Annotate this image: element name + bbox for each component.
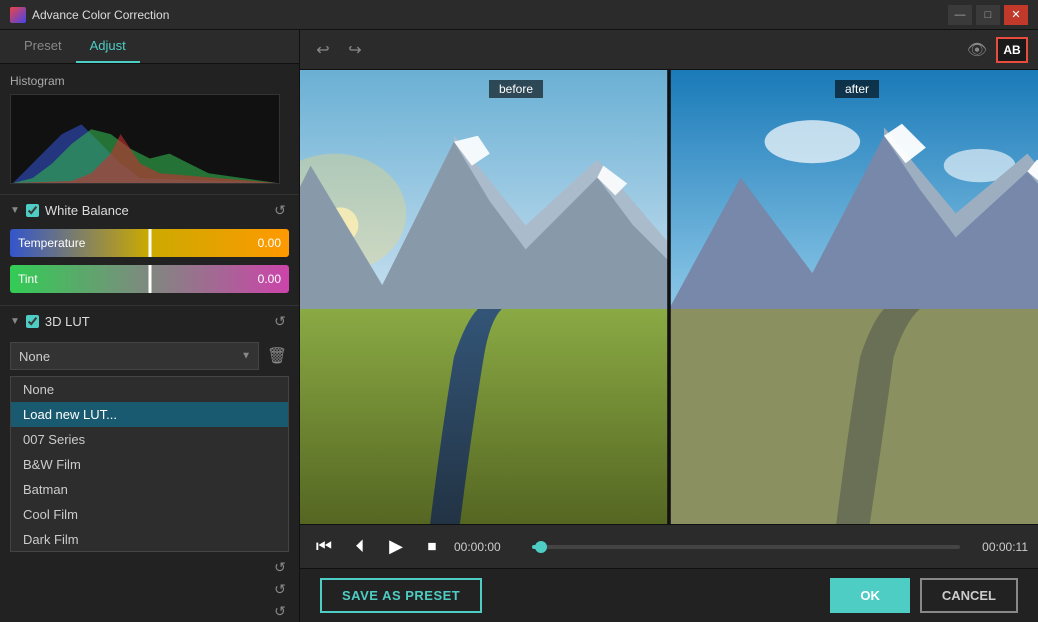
tint-label: Tint bbox=[18, 272, 38, 286]
ab-compare-button[interactable]: AB bbox=[996, 37, 1028, 63]
app-icon bbox=[10, 7, 26, 23]
undo-button[interactable]: ↩ bbox=[310, 37, 336, 63]
window-title: Advance Color Correction bbox=[32, 8, 169, 22]
param-reset-1[interactable]: ↺ bbox=[271, 558, 289, 576]
lut-item-coolfilm[interactable]: Cool Film bbox=[11, 502, 288, 527]
ok-button[interactable]: OK bbox=[830, 578, 910, 613]
progress-dot[interactable] bbox=[535, 541, 547, 553]
temperature-label: Temperature bbox=[18, 236, 85, 250]
lut-checkbox[interactable] bbox=[26, 315, 39, 328]
lut-item-darkfilm[interactable]: Dark Film bbox=[11, 527, 288, 552]
lut-delete-button[interactable]: 🗑 bbox=[265, 344, 289, 368]
lut-section-header: ▼ 3D LUT ↺ bbox=[0, 305, 299, 336]
histogram-label: Histogram bbox=[10, 74, 289, 88]
minimize-button[interactable]: — bbox=[948, 5, 972, 25]
param-reset-2[interactable]: ↺ bbox=[271, 580, 289, 598]
param-row-1: ↺ bbox=[0, 556, 299, 578]
tint-value: 0.00 bbox=[258, 272, 281, 286]
tint-handle[interactable] bbox=[148, 265, 151, 293]
stop-button[interactable]: ⏹ bbox=[418, 533, 446, 561]
action-bar: SAVE AS PRESET OK CANCEL bbox=[300, 568, 1038, 622]
param-reset-3[interactable]: ↺ bbox=[271, 602, 289, 620]
lut-item-bw[interactable]: B&W Film bbox=[11, 452, 288, 477]
left-panel: Preset Adjust Histogram ▼ White Balance bbox=[0, 30, 300, 622]
cancel-button[interactable]: CANCEL bbox=[920, 578, 1018, 613]
tint-slider[interactable]: Tint 0.00 bbox=[10, 265, 289, 293]
lut-select-wrapper: None Load new LUT... 007 Series B&W Film… bbox=[10, 342, 259, 370]
end-time: 00:00:11 bbox=[968, 540, 1028, 554]
close-button[interactable]: ✕ bbox=[1004, 5, 1028, 25]
progress-track[interactable] bbox=[532, 545, 960, 549]
tab-adjust[interactable]: Adjust bbox=[76, 30, 140, 63]
playback-bar: ⏮ ⏴ ▶ ⏹ 00:00:00 00:00:11 bbox=[300, 524, 1038, 568]
lut-item-batman[interactable]: Batman bbox=[11, 477, 288, 502]
play-button[interactable]: ▶ bbox=[382, 533, 410, 561]
lut-dropdown-list: None Load new LUT... 007 Series B&W Film… bbox=[10, 376, 289, 552]
right-panel: ↩ ↪ 👁 AB before after bbox=[300, 30, 1038, 622]
temperature-row: Temperature 0.00 bbox=[0, 225, 299, 261]
white-balance-reset-button[interactable]: ↺ bbox=[271, 201, 289, 219]
save-preset-button[interactable]: SAVE AS PRESET bbox=[320, 578, 482, 613]
param-row-2: ↺ bbox=[0, 578, 299, 600]
temperature-slider[interactable]: Temperature 0.00 bbox=[10, 229, 289, 257]
current-time: 00:00:00 bbox=[454, 540, 524, 554]
histogram-canvas bbox=[10, 94, 280, 184]
param-row-3: ↺ bbox=[0, 600, 299, 622]
tab-preset[interactable]: Preset bbox=[10, 30, 76, 63]
eye-button[interactable]: 👁 bbox=[964, 37, 990, 63]
lut-chevron[interactable]: ▼ bbox=[10, 316, 20, 327]
white-balance-chevron[interactable]: ▼ bbox=[10, 205, 20, 216]
after-label: after bbox=[835, 80, 879, 98]
temperature-handle[interactable] bbox=[148, 229, 151, 257]
title-bar: Advance Color Correction — □ ✕ bbox=[0, 0, 1038, 30]
lut-label: 3D LUT bbox=[45, 314, 265, 329]
white-balance-checkbox[interactable] bbox=[26, 204, 39, 217]
preview-toolbar: ↩ ↪ 👁 AB bbox=[300, 30, 1038, 70]
lut-item-007[interactable]: 007 Series bbox=[11, 427, 288, 452]
tint-row: Tint 0.00 bbox=[0, 261, 299, 297]
temperature-value: 0.00 bbox=[258, 236, 281, 250]
lut-dropdown-row: None Load new LUT... 007 Series B&W Film… bbox=[0, 336, 299, 376]
lut-reset-button[interactable]: ↺ bbox=[271, 312, 289, 330]
step-back-button[interactable]: ⏴ bbox=[346, 533, 374, 561]
tabs: Preset Adjust bbox=[0, 30, 299, 64]
lut-item-load[interactable]: Load new LUT... bbox=[11, 402, 288, 427]
white-balance-section-header: ▼ White Balance ↺ bbox=[0, 194, 299, 225]
histogram-section: Histogram bbox=[0, 64, 299, 194]
maximize-button[interactable]: □ bbox=[976, 5, 1000, 25]
redo-button[interactable]: ↪ bbox=[342, 37, 368, 63]
preview-area: before after bbox=[300, 70, 1038, 524]
before-label: before bbox=[489, 80, 543, 98]
lut-select[interactable]: None Load new LUT... 007 Series B&W Film… bbox=[10, 342, 259, 370]
rewind-button[interactable]: ⏮ bbox=[310, 533, 338, 561]
white-balance-label: White Balance bbox=[45, 203, 265, 218]
lut-item-none[interactable]: None bbox=[11, 377, 288, 402]
